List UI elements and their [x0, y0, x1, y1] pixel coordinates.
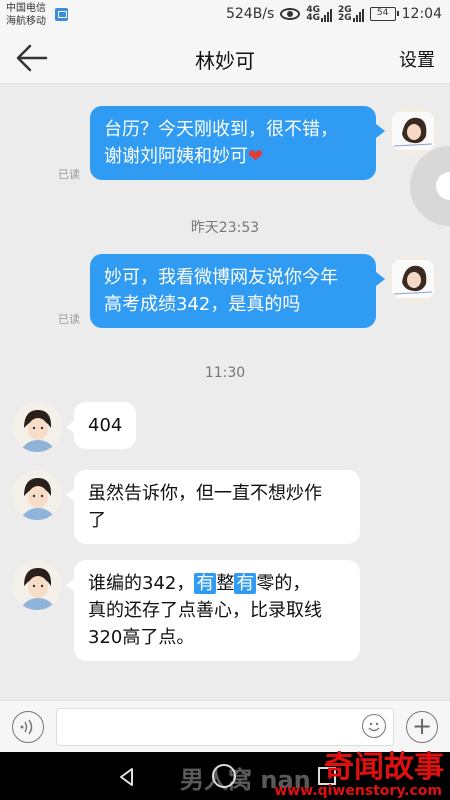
signal-bars-icon	[320, 8, 332, 22]
message-text-line: 谁编的342，有整有零的，	[88, 573, 311, 594]
chat-area[interactable]: 已读 台历？今天刚收到，很不错， 谢谢刘阿姨和妙可❤ 昨天23:53 已读 妙可…	[0, 84, 450, 700]
highlight-tag: 有	[194, 573, 217, 594]
bubble-tail	[376, 124, 385, 138]
carrier-2: 海航移动	[6, 16, 46, 27]
signal-sim1: 4G 4G	[306, 6, 332, 23]
contact-avatar[interactable]	[12, 402, 62, 452]
net-speed: 524B/s	[225, 6, 275, 22]
status-indicators: 524B/s 4G 4G 2G 2G 54 12:04	[225, 6, 442, 23]
message-input[interactable]	[56, 708, 394, 746]
message-text-line: 404	[88, 415, 123, 436]
clock: 12:04	[401, 6, 442, 22]
my-avatar[interactable]	[388, 254, 438, 304]
contact-avatar[interactable]	[12, 560, 62, 610]
my-avatar[interactable]	[388, 106, 438, 156]
message-text-line: 了	[88, 510, 106, 531]
carrier-info: 中国电信 海航移动	[6, 2, 46, 28]
message-bubble-incoming[interactable]: 404	[74, 402, 137, 449]
network-type-2: 4G	[306, 13, 320, 23]
message-input-bar: +	[0, 700, 450, 752]
eye-comfort-icon	[280, 8, 301, 20]
highlight-tag: 有	[234, 573, 257, 594]
status-bar: 中国电信 海航移动 524B/s 4G 4G 2G 2G 54 12:04	[0, 0, 450, 32]
system-nav-bar: 男人窝 nan 奇闻故事 www.qiwenstory.com	[0, 752, 450, 800]
message-bubble-outgoing[interactable]: 妙可，我看微博网友说你今年 高考成绩342，是真的吗	[90, 254, 376, 328]
signal-sim2: 2G 2G	[337, 6, 364, 23]
voice-icon	[20, 719, 33, 735]
message-text-line: 谢谢刘阿姨和妙可❤	[104, 146, 264, 167]
message-text-line: 320高了点。	[88, 627, 195, 648]
watermark-title: 奇闻故事	[324, 750, 444, 785]
battery-icon: 54	[369, 7, 399, 21]
read-status: 已读	[58, 313, 80, 326]
nav-back-icon[interactable]	[116, 766, 138, 788]
signal-bars-icon	[352, 8, 364, 22]
watermark-url: www.qiwenstory.com	[274, 783, 442, 799]
floating-assistant-button[interactable]	[410, 146, 450, 226]
smiley-icon	[368, 722, 380, 732]
heart-icon: ❤	[248, 146, 264, 167]
message-text-line: 妙可，我看微博网友说你今年	[104, 267, 338, 288]
voice-input-button[interactable]	[12, 711, 44, 743]
network-type-4: 2G	[337, 13, 352, 23]
chat-header: 林妙可 设置	[0, 32, 450, 84]
message-bubble-incoming[interactable]: 虽然告诉你，但一直不想炒作 了	[74, 470, 360, 544]
timestamp: 昨天23:53	[190, 220, 260, 236]
timestamp: 11:30	[204, 365, 246, 381]
carrier-1: 中国电信	[6, 3, 46, 14]
message-text-line: 真的还存了点善心，比录取线	[88, 600, 322, 621]
message-text-line: 虽然告诉你，但一直不想炒作	[88, 483, 322, 504]
more-options-button[interactable]: +	[406, 711, 438, 743]
chat-title: 林妙可	[195, 49, 255, 73]
message-text-line: 高考成绩342，是真的吗	[104, 294, 301, 315]
nav-home-icon[interactable]	[212, 764, 236, 788]
sim-card-icon	[55, 8, 68, 21]
read-status: 已读	[58, 168, 80, 181]
message-text-line: 台历？今天刚收到，很不错，	[104, 119, 338, 140]
contact-avatar[interactable]	[12, 470, 62, 520]
bubble-tail	[376, 272, 385, 286]
message-bubble-incoming[interactable]: 谁编的342，有整有零的， 真的还存了点善心，比录取线 320高了点。	[74, 560, 360, 661]
settings-button[interactable]: 设置	[399, 46, 435, 72]
message-bubble-outgoing[interactable]: 台历？今天刚收到，很不错， 谢谢刘阿姨和妙可❤	[90, 106, 376, 180]
emoji-button[interactable]	[362, 714, 386, 738]
